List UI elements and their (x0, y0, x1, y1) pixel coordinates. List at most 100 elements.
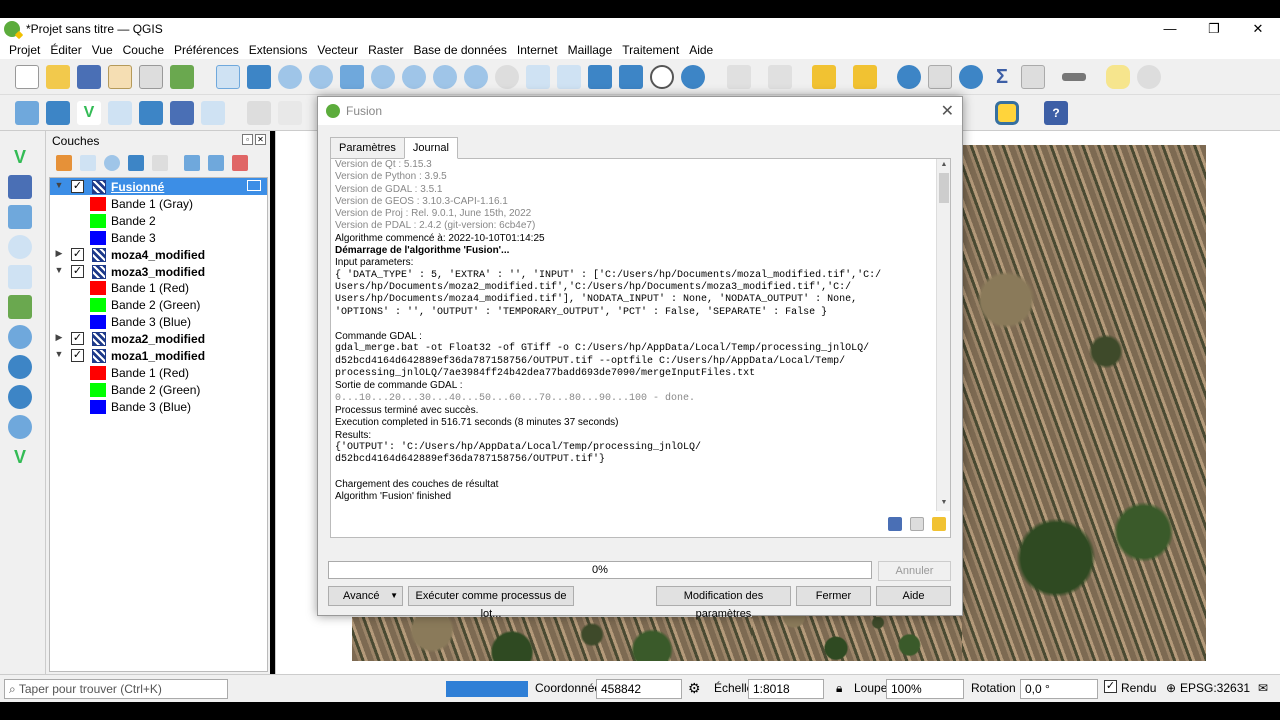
locator-icon[interactable] (1137, 65, 1161, 89)
add-spatialite-icon[interactable] (8, 295, 32, 319)
layer-row[interactable]: ▶ ✓ moza2_modified (50, 330, 267, 347)
chevron-down-icon[interactable]: ▼ (54, 265, 64, 275)
add-raster-layer-icon[interactable] (8, 175, 32, 199)
menu-projet[interactable]: Projet (4, 43, 45, 57)
satellite-imagery-south[interactable] (352, 617, 752, 661)
new-map-view-icon[interactable] (526, 65, 550, 89)
print-layout-icon[interactable] (108, 65, 132, 89)
tab-journal[interactable]: Journal (403, 137, 458, 159)
rotation-field[interactable]: 0,0 ° (1020, 679, 1098, 699)
add-group-icon[interactable] (80, 155, 96, 171)
chevron-down-icon[interactable]: ▼ (54, 349, 64, 359)
band-row[interactable]: Bande 2 (Green) (50, 296, 267, 313)
save-project-icon[interactable] (77, 65, 101, 89)
band-row[interactable]: Bande 3 (Blue) (50, 398, 267, 415)
band-row[interactable]: Bande 1 (Red) (50, 364, 267, 381)
style-manager-icon[interactable] (170, 65, 194, 89)
layer-visibility-checkbox[interactable]: ✓ (71, 264, 84, 278)
menu-maillage[interactable]: Maillage (563, 43, 618, 57)
satellite-imagery-east[interactable] (956, 145, 1206, 661)
band-row[interactable]: Bande 3 (50, 229, 267, 246)
chevron-right-icon[interactable]: ▶ (54, 248, 64, 259)
menu-traitement[interactable]: Traitement (617, 43, 684, 57)
filter-expression-icon[interactable] (152, 155, 168, 171)
menu-couche[interactable]: Couche (118, 43, 169, 57)
clear-log-icon[interactable] (932, 517, 946, 531)
show-bookmarks-icon[interactable] (619, 65, 643, 89)
layer-row[interactable]: ▶ ✓ moza4_modified (50, 246, 267, 263)
log-text[interactable]: Version de Qt : 5.15.3 Version de Python … (335, 159, 935, 514)
statistics-sigma-icon[interactable]: Σ (990, 65, 1014, 89)
add-wms-icon[interactable] (201, 101, 225, 125)
scale-field[interactable]: 1:8018 (748, 679, 824, 699)
data-source-manager-icon[interactable] (15, 101, 39, 125)
layer-row[interactable]: ▼ ✓ moza1_modified (50, 347, 267, 364)
layer-row[interactable]: ▼ ✓ Fusionné (50, 178, 267, 195)
measure-line-icon[interactable] (1062, 73, 1086, 81)
extents-toggle-icon[interactable]: ⚙ (688, 679, 701, 699)
temporal-controller-icon[interactable] (650, 65, 674, 89)
new-geopackage-icon[interactable] (46, 101, 70, 125)
filter-legend-icon[interactable] (128, 155, 144, 171)
add-arcgis-layer-icon[interactable] (8, 415, 32, 439)
zoom-layer-icon[interactable] (402, 65, 426, 89)
layer-indicator-icon[interactable] (247, 180, 261, 191)
field-calculator-icon[interactable] (1021, 65, 1045, 89)
map-tips-icon[interactable] (1106, 65, 1130, 89)
identify-features-icon[interactable] (897, 65, 921, 89)
close-window-button[interactable]: ✕ (1236, 18, 1280, 40)
locator-search-input[interactable]: ⌕ Taper pour trouver (Ctrl+K) (4, 679, 228, 699)
scroll-thumb[interactable] (939, 173, 949, 203)
band-row[interactable]: Bande 3 (Blue) (50, 313, 267, 330)
maximize-button[interactable]: ❐ (1192, 18, 1236, 40)
help-icon[interactable]: ? (1044, 101, 1068, 125)
new-temporary-layer-icon[interactable] (108, 101, 132, 125)
new-bookmark-icon[interactable] (588, 65, 612, 89)
layer-visibility-checkbox[interactable]: ✓ (71, 247, 84, 261)
new-3d-view-icon[interactable] (557, 65, 581, 89)
chevron-right-icon[interactable]: ▶ (54, 332, 64, 343)
close-button[interactable]: Fermer (796, 586, 871, 606)
layer-visibility-checkbox[interactable]: ✓ (71, 180, 84, 193)
new-virtual-layer-icon[interactable] (139, 101, 163, 125)
add-postgis-icon[interactable] (8, 325, 32, 349)
copy-log-icon[interactable] (910, 517, 924, 531)
batch-process-button[interactable]: Exécuter comme processus de lot... (408, 586, 574, 620)
dialog-close-icon[interactable]: ✕ (941, 101, 954, 121)
crs-globe-icon[interactable]: ⊕ (1166, 679, 1176, 699)
band-row[interactable]: Bande 1 (Red) (50, 279, 267, 296)
zoom-out-icon[interactable] (309, 65, 333, 89)
chevron-down-icon[interactable]: ▼ (54, 180, 64, 190)
tab-parametres[interactable]: Paramètres (330, 137, 405, 159)
layer-visibility-checkbox[interactable]: ✓ (71, 332, 84, 346)
scroll-up-icon[interactable]: ▲ (937, 161, 951, 173)
select-location-icon[interactable] (853, 65, 877, 89)
add-raster-icon[interactable] (170, 101, 194, 125)
pan-hand-icon[interactable] (216, 65, 240, 89)
menu-aide[interactable]: Aide (684, 43, 718, 57)
menu-editer[interactable]: Éditer (45, 43, 86, 57)
menu-preferences[interactable]: Préférences (169, 43, 244, 57)
attribute-table-icon[interactable] (928, 65, 952, 89)
select-value-icon[interactable] (768, 65, 792, 89)
modify-parameters-button[interactable]: Modification des paramètres (656, 586, 791, 620)
menu-extensions[interactable]: Extensions (244, 43, 313, 57)
menu-vecteur[interactable]: Vecteur (312, 43, 363, 57)
edit-pencil-icon[interactable] (247, 101, 271, 125)
magnifier-field[interactable]: 100% (886, 679, 964, 699)
close-panel-icon[interactable]: ✕ (255, 134, 266, 145)
processing-toolbox-icon[interactable] (959, 65, 983, 89)
crs-label[interactable]: EPSG:32631 (1180, 679, 1250, 699)
float-panel-icon[interactable]: ▫ (242, 134, 253, 145)
render-checkbox[interactable]: ✓ (1104, 680, 1117, 693)
new-project-icon[interactable] (15, 65, 39, 89)
minimize-button[interactable]: — (1148, 18, 1192, 40)
zoom-next-icon[interactable] (495, 65, 519, 89)
zoom-selection-icon[interactable] (371, 65, 395, 89)
collapse-all-icon[interactable] (208, 155, 224, 171)
toggle-editing-icon[interactable] (278, 101, 302, 125)
layer-visibility-checkbox[interactable]: ✓ (71, 349, 84, 362)
remove-layer-icon[interactable] (232, 155, 248, 171)
expand-all-icon[interactable] (184, 155, 200, 171)
manage-map-themes-icon[interactable] (104, 155, 120, 171)
